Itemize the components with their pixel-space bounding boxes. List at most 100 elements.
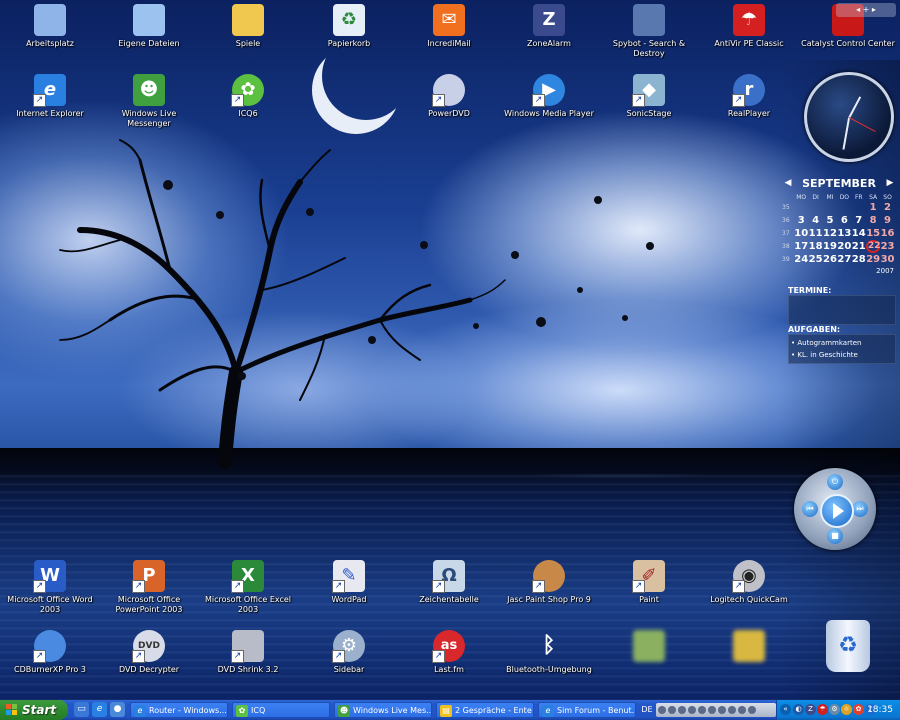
calendar-day[interactable]: 28 [852, 254, 866, 265]
tray-zonealarm-icon[interactable]: Z [805, 704, 816, 715]
calendar-day[interactable]: 17 [794, 241, 808, 252]
calendar-day[interactable]: 8 [866, 215, 880, 226]
desktop-icon-papierkorb[interactable]: ♻ Papierkorb [301, 4, 397, 49]
desktop-icon-sonicstage[interactable]: ◆ ↗ SonicStage [601, 74, 697, 119]
taskbar-button-sim-forum[interactable]: e Sim Forum - Benut... [538, 702, 636, 718]
calendar-day[interactable]: 29 [866, 254, 880, 265]
taskbar-button-chat[interactable]: ▤ 2 Gespräche - Ente [436, 702, 534, 718]
stop-icon[interactable]: ■ [827, 528, 843, 544]
desktop-icon-wordpad[interactable]: ✎ ↗ WordPad [301, 560, 397, 605]
tray-antivir-icon[interactable]: ☂ [817, 704, 828, 715]
calendar-day[interactable]: 6 [837, 215, 851, 226]
calendar-day[interactable]: 13 [837, 228, 851, 239]
calendar-prev-icon[interactable]: ◀ [782, 178, 794, 188]
desktop-icon-excel[interactable]: X ↗ Microsoft Office Excel 2003 [200, 560, 296, 615]
desktop-icon-zeichentabelle[interactable]: Ω ↗ Zeichentabelle [401, 560, 497, 605]
desktop-icon-internet-explorer[interactable]: e ↗ Internet Explorer [2, 74, 98, 119]
calendar-day[interactable]: 10 [794, 228, 808, 239]
taskbar-button-icq[interactable]: ✿ ICQ [232, 702, 330, 718]
clock-gadget[interactable] [804, 72, 894, 162]
calendar-day[interactable]: 25 [808, 254, 823, 265]
gadget-toolbar[interactable]: ◂ + ▸ [836, 3, 896, 17]
desktop-icon-paint[interactable]: ✐ ↗ Paint [601, 560, 697, 605]
media-toolbar-button[interactable] [668, 706, 676, 714]
desktop-icon-dvd-shrink[interactable]: ↗ DVD Shrink 3.2 [200, 630, 296, 675]
desktop-icon-icq6[interactable]: ✿ ↗ ICQ6 [200, 74, 296, 119]
aufgaben-panel[interactable]: AUFGABEN: • Autogrammkarten • KL. in Ges… [788, 325, 896, 364]
tray-icq-icon[interactable]: ✿ [853, 704, 864, 715]
desktop-icon-arbeitsplatz[interactable]: Arbeitsplatz [2, 4, 98, 49]
desktop-icon-quickcam[interactable]: ◉ ↗ Logitech QuickCam [701, 560, 797, 605]
desktop-icon-spiele[interactable]: Spiele [200, 4, 296, 49]
calendar-day[interactable]: 1 [866, 202, 880, 213]
desktop-icon-powerpoint[interactable]: P ↗ Microsoft Office PowerPoint 2003 [101, 560, 197, 615]
tray-gear-icon[interactable]: ⚙ [829, 704, 840, 715]
show-desktop-icon[interactable]: ▭ [74, 702, 89, 717]
calendar-day[interactable]: 21 [852, 241, 866, 252]
calendar-day[interactable]: 4 [808, 215, 822, 226]
desktop-icon-powerdvd[interactable]: ↗ PowerDVD [401, 74, 497, 119]
media-toolbar-button[interactable] [658, 706, 666, 714]
media-toolbar[interactable] [656, 703, 776, 717]
media-toolbar-button[interactable] [688, 706, 696, 714]
desktop-icon-dvd-decrypter[interactable]: DVD ↗ DVD Decrypter [101, 630, 197, 675]
calendar-day[interactable]: 3 [794, 215, 808, 226]
ie-quick-icon[interactable]: e [92, 702, 107, 717]
task-item[interactable]: • KL. in Geschichte [791, 349, 893, 361]
desktop-icon-blurred-folder[interactable] [701, 630, 797, 662]
media-quick-icon[interactable]: ● [110, 702, 125, 717]
desktop-icon-spybot[interactable]: Spybot - Search & Destroy [601, 4, 697, 59]
next-icon[interactable]: ⏭ [852, 501, 868, 517]
desktop-icon-blurred-app[interactable] [601, 630, 697, 662]
desktop-icon-cdburner[interactable]: ↗ CDBurnerXP Pro 3 [2, 630, 98, 675]
tray-network-icon[interactable]: ◐ [793, 704, 804, 715]
taskbar-button-messenger[interactable]: ☻ Windows Live Mes... [334, 702, 432, 718]
taskbar-button-router[interactable]: e Router - Windows... [130, 702, 228, 718]
calendar-day[interactable]: 27 [837, 254, 851, 265]
task-item[interactable]: • Autogrammkarten [791, 337, 893, 349]
previous-icon[interactable]: ⏮ [802, 501, 818, 517]
language-indicator[interactable]: DE [638, 702, 656, 718]
power-icon[interactable]: ⏻ [827, 474, 843, 490]
calendar-day[interactable]: 7 [852, 215, 866, 226]
taskbar-clock[interactable]: 18:35 [867, 700, 893, 720]
desktop-icon-paintshop[interactable]: ↗ Jasc Paint Shop Pro 9 [501, 560, 597, 605]
desktop-icon-sidebar[interactable]: ⚙ ↗ Sidebar [301, 630, 397, 675]
media-toolbar-button[interactable] [708, 706, 716, 714]
desktop-icon-media-player[interactable]: ▶ ↗ Windows Media Player [501, 74, 597, 119]
desktop-icon-incredimail[interactable]: ✉ IncrediMail [401, 4, 497, 49]
termine-panel[interactable]: TERMINE: [788, 286, 896, 325]
calendar-day[interactable]: 14 [852, 228, 866, 239]
tray-arrow-icon[interactable]: « [780, 704, 791, 715]
media-toolbar-button[interactable] [698, 706, 706, 714]
calendar-day[interactable]: 26 [823, 254, 837, 265]
desktop-icon-word[interactable]: W ↗ Microsoft Office Word 2003 [2, 560, 98, 615]
desktop-icon-eigene-dateien[interactable]: Eigene Dateien [101, 4, 197, 49]
desktop-icon-antivir[interactable]: ☂ AntiVir PE Classic [701, 4, 797, 49]
calendar-day[interactable]: 2 [880, 202, 894, 213]
media-toolbar-button[interactable] [678, 706, 686, 714]
calendar-day[interactable]: 5 [823, 215, 837, 226]
calendar-day[interactable]: 18 [808, 241, 823, 252]
calendar-day[interactable]: 20 [837, 241, 851, 252]
media-toolbar-button[interactable] [748, 706, 756, 714]
calendar-day[interactable]: 22 [865, 240, 880, 253]
calendar-day[interactable]: 23 [880, 241, 895, 252]
start-button[interactable]: Start [0, 700, 68, 720]
calendar-day[interactable]: 16 [880, 228, 895, 239]
tray-sun-icon[interactable]: ☼ [841, 704, 852, 715]
desktop-icon-recycle-bin-full[interactable]: ♻ [800, 620, 896, 672]
calendar-day[interactable]: 9 [880, 215, 894, 226]
calendar-day[interactable]: 30 [880, 254, 895, 265]
desktop-icon-lastfm[interactable]: as ↗ Last.fm [401, 630, 497, 675]
play-button[interactable] [820, 494, 854, 528]
calendar-gadget[interactable]: ◀ SEPTEMBER ▶ MO DI MI DO FR SA SO 35 1 2 3… [782, 174, 896, 276]
calendar-day[interactable]: 15 [866, 228, 880, 239]
calendar-day[interactable]: 11 [808, 228, 823, 239]
media-toolbar-button[interactable] [718, 706, 726, 714]
calendar-day[interactable]: 24 [794, 254, 808, 265]
calendar-next-icon[interactable]: ▶ [884, 178, 896, 188]
desktop-icon-messenger[interactable]: ☻ Windows Live Messenger [101, 74, 197, 129]
desktop-icon-bluetooth[interactable]: ᛒ Bluetooth-Umgebung [501, 630, 597, 675]
media-toolbar-button[interactable] [728, 706, 736, 714]
